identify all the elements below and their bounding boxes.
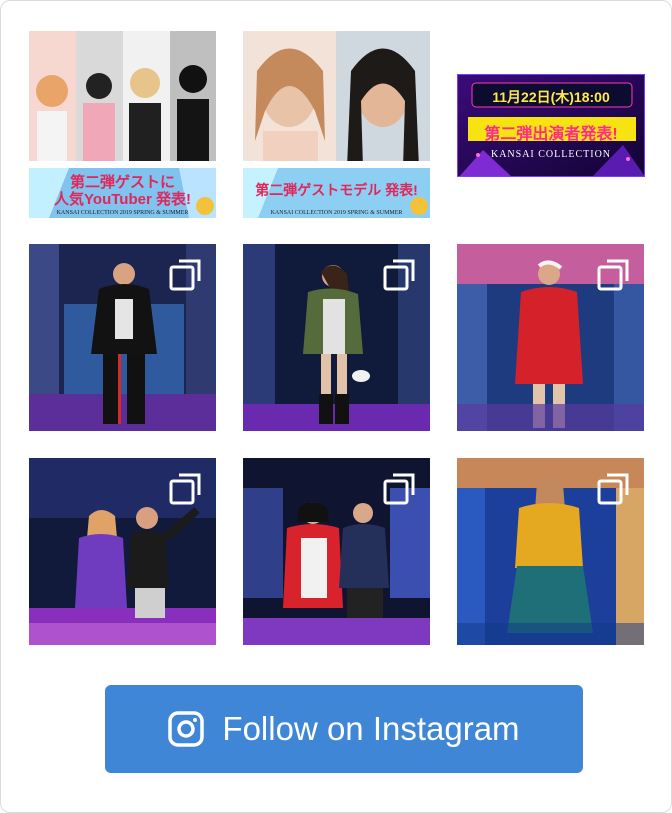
post-caption-line1: 第二弾ゲストモデル 発表! xyxy=(255,182,418,198)
post-tile[interactable] xyxy=(457,244,644,431)
banner-headline: 第二弾出演者発表! xyxy=(484,126,618,143)
multiple-photos-icon xyxy=(597,259,629,291)
post-tile[interactable]: 第二弾ゲストに 人気YouTuber 発表! KANSAI COLLECTION… xyxy=(29,31,216,218)
multiple-photos-icon xyxy=(169,259,201,291)
post-footer: KANSAI COLLECTION 2019 SPRING & SUMMER xyxy=(56,210,189,216)
banner-logo: KANSAI COLLECTION xyxy=(490,149,612,160)
banner-date: 11月22日(木)18:00 xyxy=(492,89,610,105)
multiple-photos-icon xyxy=(383,259,415,291)
post-tile[interactable] xyxy=(29,458,216,645)
post-caption-line2: 人気YouTuber 発表! xyxy=(54,191,191,208)
post-tile[interactable] xyxy=(243,458,430,645)
multiple-photos-icon xyxy=(597,473,629,505)
post-tile-banner[interactable]: 11月22日(木)18:00 第二弾出演者発表! KANSAI COLLECTI… xyxy=(457,74,645,177)
post-tile[interactable] xyxy=(29,244,216,431)
post-tile[interactable]: 第二弾ゲストモデル 発表! KANSAI COLLECTION 2019 SPR… xyxy=(243,31,430,218)
multiple-photos-icon xyxy=(383,473,415,505)
follow-button-label: Follow on Instagram xyxy=(222,710,520,747)
instagram-feed-widget: 第二弾ゲストに 人気YouTuber 発表! KANSAI COLLECTION… xyxy=(0,0,672,813)
post-tile[interactable] xyxy=(243,244,430,431)
multiple-photos-icon xyxy=(169,473,201,505)
instagram-icon xyxy=(168,711,205,747)
follow-on-instagram-button[interactable]: Follow on Instagram xyxy=(105,685,583,773)
post-footer: KANSAI COLLECTION 2019 SPRING & SUMMER xyxy=(270,210,403,216)
post-tile[interactable] xyxy=(457,458,644,645)
